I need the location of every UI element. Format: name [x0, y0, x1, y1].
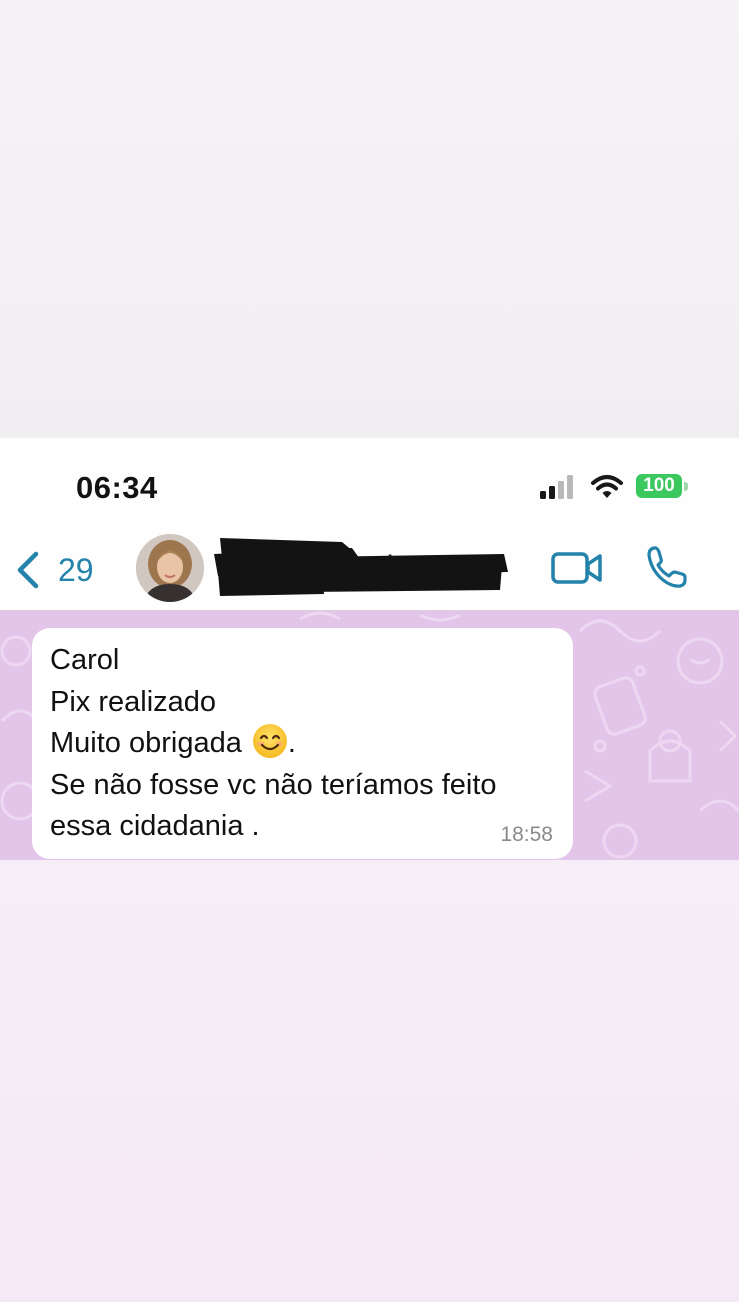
battery-icon: 100: [636, 474, 690, 500]
navigation-bar: 29 Roberta Igreja: [0, 530, 739, 610]
phone-call-icon[interactable]: [644, 544, 690, 590]
message-line-suffix: .: [287, 727, 296, 759]
avatar-photo: [136, 534, 204, 602]
message-line: Muito obrigada .: [50, 723, 555, 765]
wifi-icon: [591, 475, 623, 498]
message-timestamp: 18:58: [500, 823, 553, 846]
message-line: Se não fosse vc não teríamos feito: [50, 768, 497, 801]
smiling-face-emoji-icon: [252, 724, 287, 758]
video-call-icon[interactable]: [550, 548, 604, 588]
back-button[interactable]: 29: [14, 540, 94, 600]
unread-count: 29: [58, 551, 94, 588]
battery-tip: [684, 482, 688, 491]
message-line: Pix realizado: [50, 685, 217, 718]
message-line: essa cidadania .: [50, 810, 260, 842]
redaction-scribble: [214, 538, 508, 596]
message-line-text: Muito obrigada: [50, 727, 242, 759]
chat-area: Carol Pix realizado Muito obrigada . Se …: [0, 611, 739, 860]
blank-bottom-area: [0, 860, 739, 1302]
cellular-signal-icon: [540, 475, 573, 499]
contact-avatar[interactable]: [136, 534, 204, 602]
chat-header: 06:34 100 29: [0, 438, 739, 610]
chevron-left-icon: [17, 551, 39, 589]
message-bubble[interactable]: Carol Pix realizado Muito obrigada . Se …: [32, 628, 573, 859]
status-time: 06:34: [76, 470, 158, 505]
status-bar: 06:34 100: [0, 438, 739, 528]
blank-top-area: [0, 0, 739, 438]
battery-level: 100: [636, 474, 682, 498]
message-line: Carol: [50, 644, 120, 676]
